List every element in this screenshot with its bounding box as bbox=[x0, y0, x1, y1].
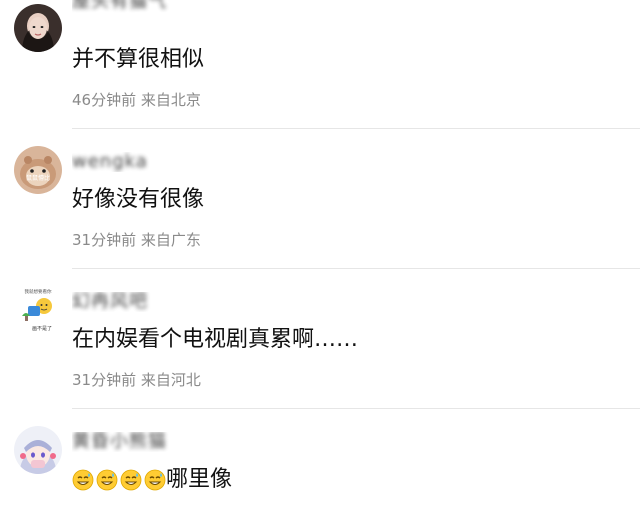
avatar[interactable]: 鼠鼠懵比 bbox=[14, 146, 62, 194]
grinning-sweat-emoji-icon bbox=[120, 469, 142, 491]
comment-item: 鼠鼠懵比 wengka 好像没有很像 31分钟前 来自广东 bbox=[0, 140, 640, 280]
comment-text: 并不算很相似 bbox=[72, 47, 205, 72]
comment-location: 来自广东 bbox=[140, 231, 201, 249]
grinning-sweat-emoji-icon bbox=[144, 469, 166, 491]
comment-location: 来自河北 bbox=[140, 371, 201, 389]
comment-item: 我就想要看你 画不是了 幻冉风吧 在内娱看个电视剧真累啊…… 31分钟前 来自河… bbox=[0, 280, 640, 420]
username[interactable]: 黄昏小熊猫 bbox=[72, 432, 212, 452]
grinning-sweat-emoji-icon bbox=[72, 469, 94, 491]
comment-meta: 31分钟前 来自广东 bbox=[72, 230, 201, 250]
hamster-icon: 鼠鼠懵比 bbox=[14, 146, 62, 194]
comment-time: 46分钟前 bbox=[72, 91, 137, 109]
svg-text:我就想要看你: 我就想要看你 bbox=[25, 288, 52, 295]
comment-time: 31分钟前 bbox=[72, 371, 137, 389]
emoji-row bbox=[72, 469, 166, 491]
comment-text: 好像没有很像 bbox=[72, 187, 205, 212]
comment-item: 黄昏小熊猫 哪里像 bbox=[0, 420, 640, 527]
username[interactable]: 幻冉风吧 bbox=[72, 292, 212, 312]
comment-location: 来自北京 bbox=[140, 91, 201, 109]
avatar[interactable]: 我就想要看你 画不是了 bbox=[14, 286, 62, 334]
woman-portrait-icon bbox=[14, 4, 62, 52]
avatar[interactable] bbox=[14, 426, 62, 474]
username[interactable]: wengka bbox=[72, 152, 212, 172]
comment-text-content: 哪里像 bbox=[166, 467, 233, 492]
comment-meta: 46分钟前 来自北京 bbox=[72, 90, 201, 110]
comment-text: 在内娱看个电视剧真累啊…… bbox=[72, 327, 359, 352]
comment-meta: 31分钟前 来自河北 bbox=[72, 370, 201, 390]
comment-text: 哪里像 bbox=[72, 466, 232, 494]
divider bbox=[72, 268, 640, 269]
anime-girl-icon bbox=[14, 426, 62, 474]
comment-item: 屋头有猫气 并不算很相似 46分钟前 来自北京 bbox=[0, 0, 640, 140]
username[interactable]: 屋头有猫气 bbox=[72, 0, 212, 14]
svg-text:鼠鼠懵比: 鼠鼠懵比 bbox=[26, 174, 50, 182]
divider bbox=[72, 408, 640, 409]
comment-time: 31分钟前 bbox=[72, 231, 137, 249]
svg-text:画不是了: 画不是了 bbox=[32, 325, 52, 332]
cartoon-sticker-icon: 我就想要看你 画不是了 bbox=[14, 286, 62, 334]
divider bbox=[72, 128, 640, 129]
grinning-sweat-emoji-icon bbox=[96, 469, 118, 491]
avatar[interactable] bbox=[14, 4, 62, 52]
